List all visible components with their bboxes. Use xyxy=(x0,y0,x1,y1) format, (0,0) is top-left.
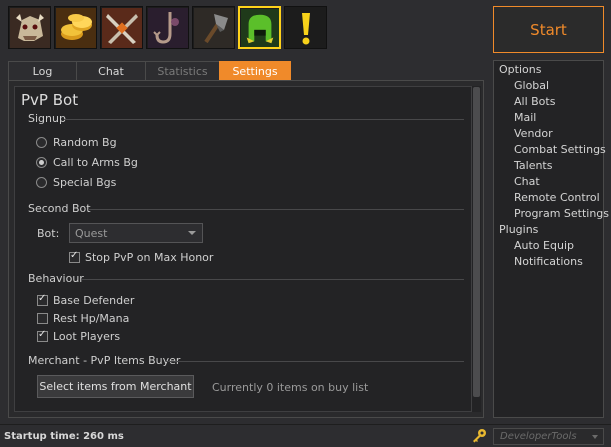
checkbox-base-defender[interactable]: Base Defender xyxy=(37,293,135,307)
second-bot-divider xyxy=(88,209,464,210)
tree-item-vendor[interactable]: Vendor xyxy=(514,127,553,140)
checkbox-label: Loot Players xyxy=(53,330,121,343)
tab-statistics[interactable]: Statistics xyxy=(145,61,220,80)
chevron-down-icon xyxy=(592,435,598,439)
behaviour-section-label: Behaviour xyxy=(28,272,84,285)
tree-node-options[interactable]: Options xyxy=(499,63,541,76)
checkbox-label: Stop PvP on Max Honor xyxy=(85,251,214,264)
developer-tools-dropdown[interactable]: DeveloperTools xyxy=(493,428,604,445)
pvp-helmet-icon[interactable] xyxy=(238,6,281,49)
key-icon[interactable] xyxy=(471,428,487,444)
signup-divider xyxy=(64,119,464,120)
checkbox[interactable] xyxy=(37,313,48,324)
tree-item-all-bots[interactable]: All Bots xyxy=(514,95,555,108)
tab-chat[interactable]: Chat xyxy=(76,61,146,80)
checkbox[interactable] xyxy=(37,329,48,342)
checkbox-rest-hp-mana[interactable]: Rest Hp/Mana xyxy=(37,312,129,325)
tree-item-notifications[interactable]: Notifications xyxy=(514,255,583,268)
tree-item-auto-equip[interactable]: Auto Equip xyxy=(514,239,574,252)
signup-section-label: Signup xyxy=(28,112,66,125)
bot-select[interactable]: Quest xyxy=(69,223,203,243)
tab-log[interactable]: Log xyxy=(8,61,77,80)
tree-item-combat-settings[interactable]: Combat Settings xyxy=(514,143,606,156)
chevron-down-icon xyxy=(188,231,196,235)
scrollbar-thumb[interactable] xyxy=(473,87,480,397)
radio-label: Call to Arms Bg xyxy=(53,156,138,169)
checkbox[interactable] xyxy=(69,250,80,263)
dragon-skull-icon[interactable] xyxy=(8,6,51,49)
icon-toolbar xyxy=(8,6,327,50)
checkbox-loot-players[interactable]: Loot Players xyxy=(37,329,121,343)
tree-item-chat[interactable]: Chat xyxy=(514,175,540,188)
merchant-section-label: Merchant - PvP Items Buyer xyxy=(28,354,181,367)
gold-coins-icon[interactable] xyxy=(54,6,97,49)
bot-select-value: Quest xyxy=(75,226,108,240)
second-bot-section-label: Second Bot xyxy=(28,202,91,215)
tree-item-mail[interactable]: Mail xyxy=(514,111,536,124)
checkbox-stop-pvp-max-honor[interactable]: Stop PvP on Max Honor xyxy=(69,250,214,264)
crossed-swords-icon[interactable] xyxy=(100,6,143,49)
tab-settings[interactable]: Settings xyxy=(219,61,291,80)
merchant-divider xyxy=(166,361,464,362)
tab-bar: Log Chat Statistics Settings xyxy=(8,61,291,80)
options-tree: Options Global All Bots Mail Vendor Comb… xyxy=(493,60,609,418)
tree-item-talents[interactable]: Talents xyxy=(514,159,552,172)
radio-call-to-arms-bg[interactable]: Call to Arms Bg xyxy=(36,156,138,169)
radio-special-bgs[interactable]: Special Bgs xyxy=(36,176,116,189)
start-button[interactable]: Start xyxy=(493,6,604,53)
checkbox[interactable] xyxy=(37,293,48,306)
radio-button[interactable] xyxy=(36,137,47,148)
tree-item-remote-control[interactable]: Remote Control xyxy=(514,191,600,204)
axe-icon[interactable] xyxy=(192,6,235,49)
tree-node-plugins[interactable]: Plugins xyxy=(499,223,538,236)
exclamation-icon[interactable] xyxy=(284,6,327,49)
startup-time: Startup time: 260 ms xyxy=(4,431,124,442)
radio-button[interactable] xyxy=(36,177,47,188)
developer-tools-label: DeveloperTools xyxy=(500,431,577,442)
buy-list-status: Currently 0 items on buy list xyxy=(212,381,369,394)
radio-button[interactable] xyxy=(36,157,47,168)
behaviour-divider xyxy=(82,279,464,280)
fishing-hook-icon[interactable] xyxy=(146,6,189,49)
page-title: PvP Bot xyxy=(21,91,79,109)
radio-label: Special Bgs xyxy=(53,176,117,189)
radio-random-bg[interactable]: Random Bg xyxy=(36,136,117,149)
select-items-from-merchant-button[interactable]: Select items from Merchant xyxy=(37,375,194,398)
tree-item-global[interactable]: Global xyxy=(514,79,549,92)
radio-label: Random Bg xyxy=(53,136,117,149)
checkbox-label: Rest Hp/Mana xyxy=(53,312,130,325)
tree-item-program-settings[interactable]: Program Settings xyxy=(514,207,609,220)
bot-field-label: Bot: xyxy=(37,227,60,240)
checkbox-label: Base Defender xyxy=(53,294,135,307)
